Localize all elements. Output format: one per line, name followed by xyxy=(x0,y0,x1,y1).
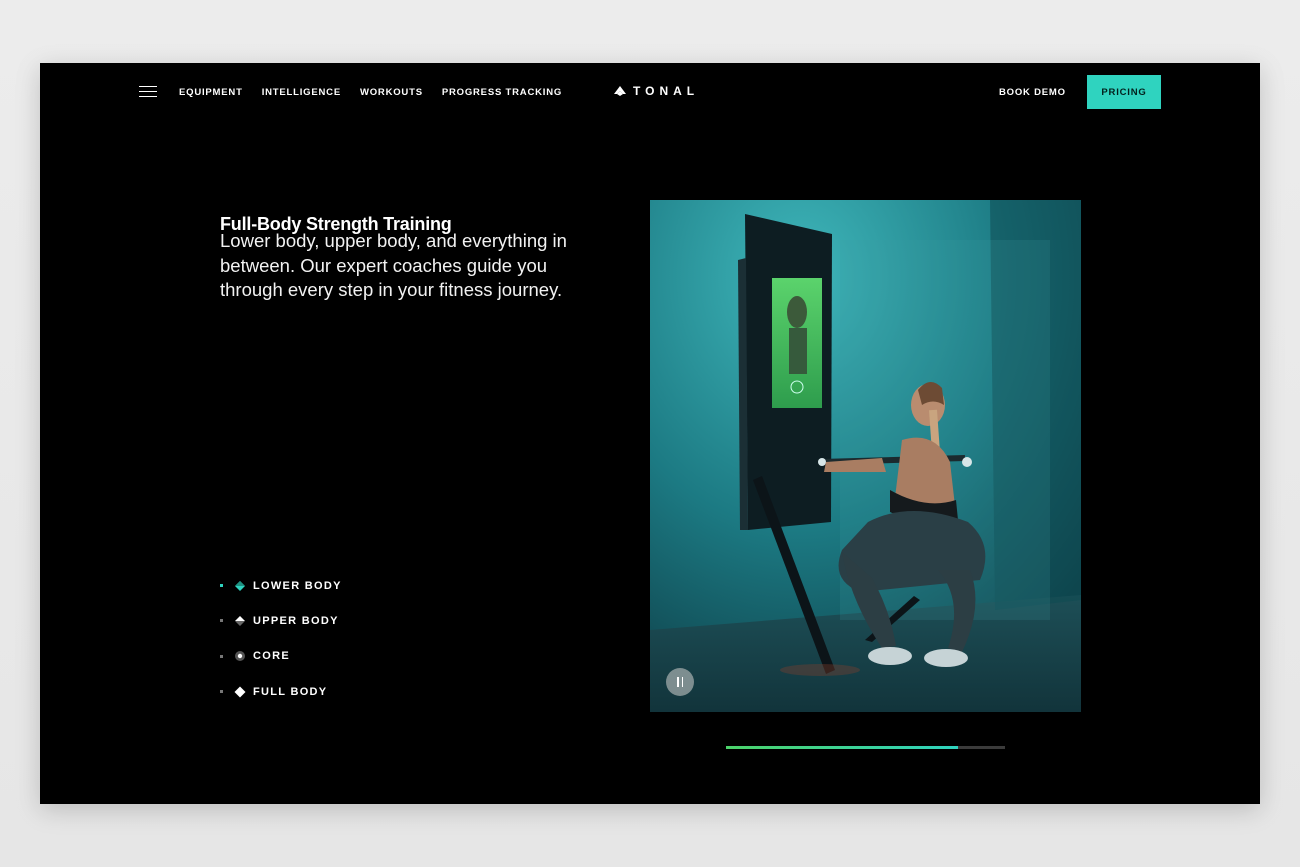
category-upper-body[interactable]: UPPER BODY xyxy=(220,603,342,638)
nav-link-progress-tracking[interactable]: PROGRESS TRACKING xyxy=(442,87,562,98)
nav-link-equipment[interactable]: EQUIPMENT xyxy=(179,87,243,98)
primary-nav: EQUIPMENT INTELLIGENCE WORKOUTS PROGRESS… xyxy=(179,87,562,98)
category-full-body[interactable]: FULL BODY xyxy=(220,674,342,709)
menu-icon[interactable] xyxy=(139,86,157,98)
slide-progress-bar[interactable] xyxy=(726,746,1005,749)
book-demo-link[interactable]: BOOK DEMO xyxy=(999,87,1066,98)
active-indicator xyxy=(220,584,223,588)
workout-video[interactable] xyxy=(650,200,1081,712)
full-body-icon xyxy=(234,686,246,698)
category-label: CORE xyxy=(253,650,290,663)
top-navigation: EQUIPMENT INTELLIGENCE WORKOUTS PROGRESS… xyxy=(40,63,1260,121)
tonal-logo-icon xyxy=(614,86,626,96)
core-icon xyxy=(234,650,246,662)
inactive-indicator xyxy=(220,654,223,658)
pause-button[interactable] xyxy=(666,668,694,696)
pricing-button[interactable]: PRICING xyxy=(1087,75,1161,109)
logo-wordmark: TONAL xyxy=(633,84,700,98)
inactive-indicator xyxy=(220,690,223,694)
category-lower-body[interactable]: LOWER BODY xyxy=(220,568,342,603)
section-description: Lower body, upper body, and everything i… xyxy=(220,230,567,300)
category-label: LOWER BODY xyxy=(253,579,342,592)
workout-category-list: LOWER BODY UPPER BODY CORE FULL BODY xyxy=(220,568,342,709)
upper-body-icon xyxy=(234,615,246,627)
category-core[interactable]: CORE xyxy=(220,639,342,674)
pause-icon-bar xyxy=(681,677,683,687)
workout-scene-image xyxy=(650,200,1081,712)
category-label: UPPER BODY xyxy=(253,614,339,627)
pause-icon xyxy=(677,677,679,687)
category-label: FULL BODY xyxy=(253,685,328,698)
lower-body-icon xyxy=(234,580,246,592)
nav-link-workouts[interactable]: WORKOUTS xyxy=(360,87,423,98)
slide-progress-fill xyxy=(726,746,958,749)
nav-link-intelligence[interactable]: INTELLIGENCE xyxy=(262,87,341,98)
page-frame: EQUIPMENT INTELLIGENCE WORKOUTS PROGRESS… xyxy=(40,63,1260,804)
inactive-indicator xyxy=(220,619,223,623)
tonal-logo[interactable]: TONAL xyxy=(613,84,699,98)
